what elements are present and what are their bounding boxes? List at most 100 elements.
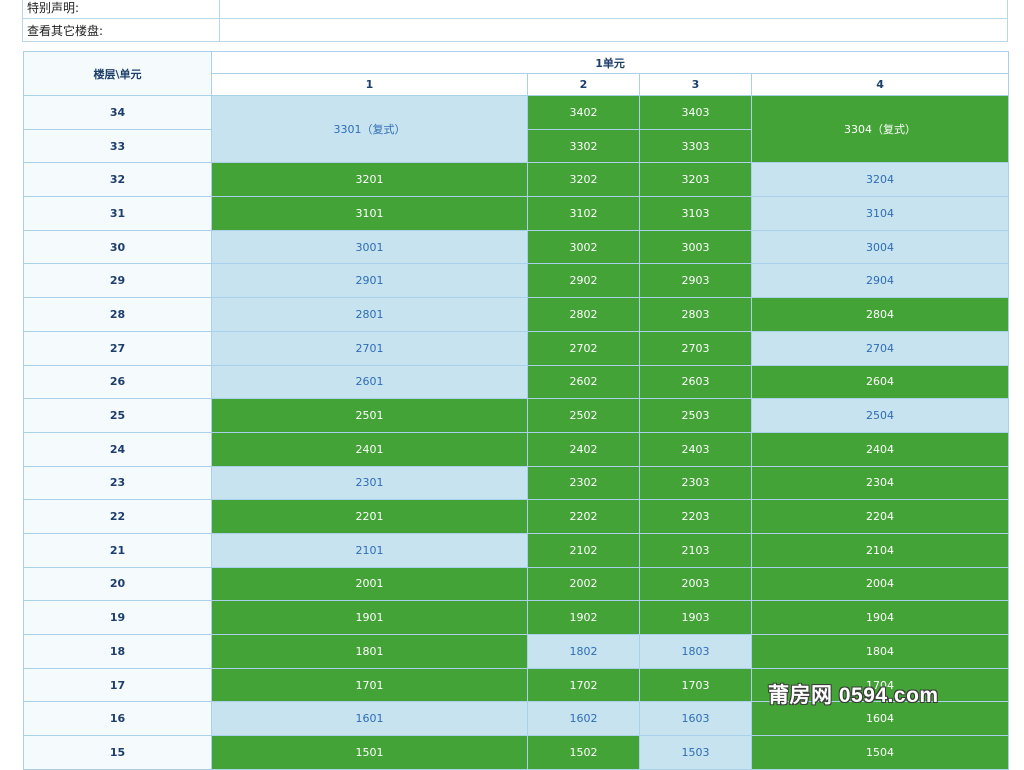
unit-cell[interactable]: 2202 <box>527 499 640 534</box>
floor-number: 15 <box>23 735 212 770</box>
floor-number: 20 <box>23 566 212 602</box>
floor-row: 32 3201 3202 3203 3204 <box>23 162 1010 198</box>
unit-cell[interactable]: 2604 <box>750 364 1010 400</box>
unit-cell[interactable]: 2502 <box>527 398 640 433</box>
unit-cell[interactable]: 2603 <box>639 364 752 400</box>
unit-cell[interactable]: 1702 <box>527 667 640 703</box>
unit-cell[interactable]: 1703 <box>639 667 752 703</box>
floor-number: 25 <box>23 398 212 433</box>
floor-row: 22 2201 2202 2203 2204 <box>23 499 1010 534</box>
unit-cell[interactable]: 2201 <box>211 499 528 534</box>
unit-cell[interactable]: 2804 <box>750 297 1010 332</box>
unit-cell[interactable]: 2204 <box>750 499 1010 534</box>
unit-cell[interactable]: 1802 <box>527 634 640 669</box>
unit-cell[interactable]: 3101 <box>211 196 528 231</box>
unit-cell[interactable]: 2503 <box>639 398 752 433</box>
header-row-building: 楼层\单元 1单元 <box>23 51 1010 96</box>
unit-cell[interactable]: 2403 <box>639 431 752 467</box>
unit-cell[interactable]: 2002 <box>527 566 640 602</box>
floor-number: 28 <box>23 297 212 332</box>
unit-cell[interactable]: 3304（复式） <box>750 94 1010 164</box>
unit-cell[interactable]: 2903 <box>639 263 752 299</box>
unit-cell[interactable]: 2902 <box>527 263 640 299</box>
unit-cell[interactable]: 2302 <box>527 465 640 501</box>
floor-row: 27 2701 2702 2703 2704 <box>23 330 1010 366</box>
unit-cell[interactable]: 1603 <box>639 701 752 737</box>
unit-cell[interactable]: 3204 <box>750 162 1010 198</box>
unit-cell[interactable]: 3003 <box>639 229 752 265</box>
unit-cell[interactable]: 2102 <box>527 532 640 568</box>
unit-cell[interactable]: 1801 <box>211 634 528 669</box>
special-statement-value <box>219 0 1008 19</box>
floor-row: 31 3101 3102 3103 3104 <box>23 196 1010 231</box>
floor-row: 25 2501 2502 2503 2504 <box>23 398 1010 433</box>
unit-cell[interactable]: 2203 <box>639 499 752 534</box>
unit-cell[interactable]: 2103 <box>639 532 752 568</box>
unit-cell[interactable]: 2301 <box>211 465 528 501</box>
floor-row: 24 2401 2402 2403 2404 <box>23 431 1010 467</box>
unit-cell[interactable]: 2402 <box>527 431 640 467</box>
floor-number: 16 <box>23 701 212 737</box>
unit-cell[interactable]: 3001 <box>211 229 528 265</box>
unit-cell[interactable]: 2701 <box>211 330 528 366</box>
unit-cell[interactable]: 2303 <box>639 465 752 501</box>
unit-cell[interactable]: 1901 <box>211 600 528 635</box>
unit-cell[interactable]: 3301（复式） <box>211 94 528 164</box>
unit-cell[interactable]: 2404 <box>750 431 1010 467</box>
unit-cell[interactable]: 1602 <box>527 701 640 737</box>
unit-cell[interactable]: 3203 <box>639 162 752 198</box>
unit-cell[interactable]: 3002 <box>527 229 640 265</box>
unit-cell[interactable]: 3102 <box>527 196 640 231</box>
unit-cell[interactable]: 2704 <box>750 330 1010 366</box>
unit-cell[interactable]: 1902 <box>527 600 640 635</box>
unit-cell[interactable]: 2101 <box>211 532 528 568</box>
unit-cell[interactable]: 3201 <box>211 162 528 198</box>
unit-cell[interactable]: 2901 <box>211 263 528 299</box>
floor-row: 29 2901 2902 2903 2904 <box>23 263 1010 299</box>
unit-cell[interactable]: 1601 <box>211 701 528 737</box>
special-statement-label: 特别声明: <box>22 0 220 19</box>
other-properties-row: 查看其它楼盘: <box>22 18 1008 42</box>
unit-cell[interactable]: 1502 <box>527 735 640 770</box>
unit-cell[interactable]: 3403 <box>639 95 752 130</box>
unit-cell[interactable]: 3004 <box>750 229 1010 265</box>
floor-row: 30 3001 3002 3003 3004 <box>23 229 1010 265</box>
unit-cell[interactable]: 1503 <box>639 735 752 770</box>
floor-number: 27 <box>23 330 212 366</box>
unit-cell[interactable]: 2602 <box>527 364 640 400</box>
unit-cell[interactable]: 3302 <box>527 128 640 164</box>
unit-cell[interactable]: 1804 <box>750 634 1010 669</box>
unit-cell[interactable]: 2401 <box>211 431 528 467</box>
special-statement-row: 特别声明: <box>22 0 1008 19</box>
unit-cell[interactable]: 3402 <box>527 95 640 130</box>
unit-cell[interactable]: 1501 <box>211 735 528 770</box>
unit-cell[interactable]: 2802 <box>527 297 640 332</box>
unit-cell[interactable]: 2001 <box>211 566 528 602</box>
unit-cell[interactable]: 2003 <box>639 566 752 602</box>
unit-cell[interactable]: 2803 <box>639 297 752 332</box>
floor-row: 19 1901 1902 1903 1904 <box>23 600 1010 635</box>
unit-cell[interactable]: 2801 <box>211 297 528 332</box>
unit-cell[interactable]: 2702 <box>527 330 640 366</box>
unit-cell[interactable]: 1701 <box>211 667 528 703</box>
unit-cell[interactable]: 3103 <box>639 196 752 231</box>
unit-cell[interactable]: 2601 <box>211 364 528 400</box>
other-properties-label: 查看其它楼盘: <box>22 18 220 42</box>
unit-cell[interactable]: 2104 <box>750 532 1010 568</box>
unit-cell[interactable]: 2504 <box>750 398 1010 433</box>
unit-cell[interactable]: 1903 <box>639 600 752 635</box>
unit-cell[interactable]: 2004 <box>750 566 1010 602</box>
unit-cell[interactable]: 1504 <box>750 735 1010 770</box>
unit-cell[interactable]: 3104 <box>750 196 1010 231</box>
unit-cell[interactable]: 3202 <box>527 162 640 198</box>
unit-cell[interactable]: 1904 <box>750 600 1010 635</box>
unit-cell[interactable]: 2304 <box>750 465 1010 501</box>
unit-cell[interactable]: 1803 <box>639 634 752 669</box>
floor-row: 34 3301（复式） 3402 3403 3304（复式） <box>23 94 1010 164</box>
site-watermark: 莆房网 0594.com <box>768 684 939 707</box>
other-properties-value[interactable] <box>219 18 1008 42</box>
unit-cell[interactable]: 2904 <box>750 263 1010 299</box>
unit-cell[interactable]: 2703 <box>639 330 752 366</box>
unit-cell[interactable]: 2501 <box>211 398 528 433</box>
unit-cell[interactable]: 3303 <box>639 128 752 164</box>
